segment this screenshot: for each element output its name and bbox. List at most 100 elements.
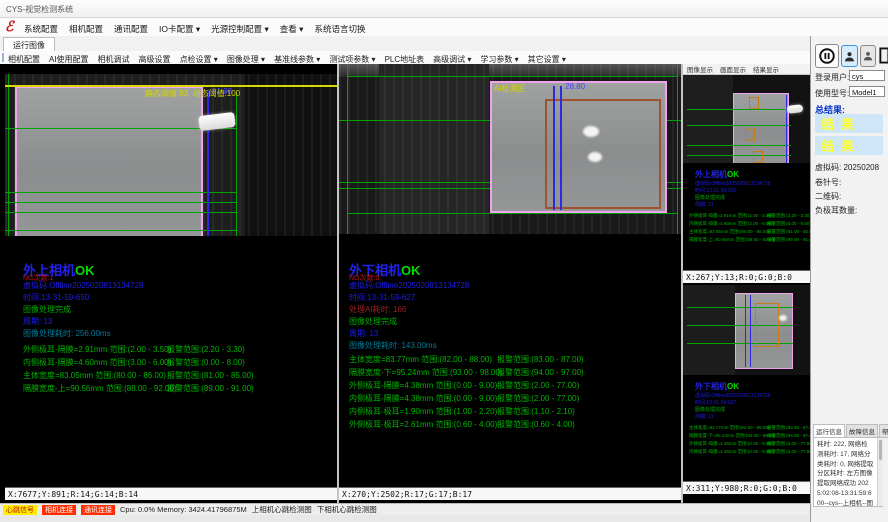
- mini-lower-statusbar: X:311;Y:980;R:0;G:0;B:0: [683, 481, 810, 494]
- mini-alarm-range: 报警范围:(89.00 - 91.00): [767, 237, 810, 243]
- left-green-hline-2: [5, 192, 237, 193]
- middle-ai-roi-box: [545, 99, 661, 209]
- middle-view-statusbar: X:270;Y:2502;R:17;G:17;B:17: [339, 487, 681, 500]
- left-camera-view[interactable]: 81.88 静态阈值:93, 动态阈值:100 外上相机OK NG次数:1 虚拟…: [5, 64, 337, 500]
- mini-alarm-range: 报警范围:(2.00 - 77.00): [767, 441, 810, 447]
- measurement-row: 主体宽度=83.05mm 范围:(80.00 - 86.00): [23, 370, 166, 381]
- mini-alarm-range: 报警范围:(81.00 - 85.00): [767, 229, 810, 235]
- mini-header-item-2[interactable]: 画面显示: [720, 64, 746, 74]
- left-cell-region: [15, 86, 203, 236]
- middle-cycle: 周期: 13: [349, 328, 378, 339]
- measurement-row: 外侧极耳-极耳=2.61mm 范围:(0.60 - 4.00): [349, 419, 497, 430]
- mini-lower-blob: [779, 315, 787, 321]
- mini-upper-status: 图像处理完成: [695, 194, 725, 201]
- mini-measurement-row: 隔膜宽度-上=90.56mm 范围:(88.00 - 92.00): [689, 237, 775, 243]
- mini-header-item-1[interactable]: 图像显示: [687, 64, 713, 74]
- admin-user-button[interactable]: [860, 45, 876, 67]
- alarm-range: 报警范围:(2.00 - 77.00): [497, 393, 579, 404]
- upper-camera-heartbeat: 上相机心跳检测图: [252, 504, 312, 515]
- lower-camera-heartbeat: 下相机心跳检测图: [317, 504, 377, 515]
- log-scrollbar[interactable]: [877, 438, 883, 506]
- log-text-area[interactable]: 耗时: 222, 网络检测耗时: 17, 网络分类耗时: 0, 网络提取分区耗时…: [813, 437, 883, 507]
- heartbeat-status-badge: 心跳信号: [3, 505, 37, 515]
- mini-lower-camera-view[interactable]: 外下相机OK 虚拟码:Offline2025020813134728 时间:13…: [683, 285, 810, 494]
- alarm-range: 报警范围:(83.00 - 87.00): [497, 354, 584, 365]
- mini-lower-roi: [755, 303, 779, 347]
- mini-upper-roi-3: [753, 151, 763, 163]
- pause-button[interactable]: [815, 44, 839, 68]
- middle-green-vline-2: [677, 64, 678, 234]
- left-view-statusbar: X:7677;Y:891;R:14;G:14;B:14: [5, 487, 337, 500]
- mini-lower-band: [683, 285, 735, 375]
- virtual-code-value: 20250208: [843, 163, 879, 172]
- mini-measurement-row: 内侧极耳-隔膜=4.60mm 范围:(3.00 - 6.00): [689, 221, 772, 227]
- menu-item-language-switch[interactable]: 系统语言切换: [314, 23, 365, 35]
- mini-upper-roi-1: [749, 97, 759, 109]
- menu-item-io-config[interactable]: IO卡配置 ▾: [159, 23, 200, 35]
- log-tab-help[interactable]: 帮助信息: [879, 424, 888, 438]
- model-field[interactable]: Model1: [849, 86, 885, 97]
- measurement-row: 内侧极耳-极耳=1.90mm 范围:(1.00 - 2.20): [349, 406, 497, 417]
- middle-camera-view[interactable]: 28.80 AI检测区 外下相机OK NG次数:0 虚拟码:Offline202…: [339, 64, 681, 500]
- alarm-range: 报警范围:(2.00 - 77.00): [497, 380, 579, 391]
- alarm-range: 报警范围:(0.60 - 4.00): [497, 419, 575, 430]
- login-user-field[interactable]: cys: [849, 70, 885, 81]
- mini-measurement-row: 外侧极耳-隔膜=4.38mm 范围:(0.00 - 9.00): [689, 441, 772, 447]
- title-bar[interactable]: CYS-视觉检测系统: [0, 0, 888, 18]
- menu-item-camera-config[interactable]: 相机配置: [69, 23, 103, 35]
- middle-virtual-code: 虚拟码:Offline2025020813134728: [349, 280, 469, 291]
- mini-upper-image: [683, 75, 810, 163]
- middle-blue-measure-line-1: [553, 86, 555, 210]
- app-logo-icon: ℰ: [5, 19, 13, 35]
- pin-number-label: 卷针号:: [815, 177, 841, 188]
- mini-upper-gline-2: [687, 125, 791, 126]
- mini-upper-band: [683, 75, 733, 163]
- logout-door-icon: [878, 47, 888, 64]
- middle-green-vline-1: [347, 64, 348, 234]
- left-camera-result: OK: [75, 263, 95, 278]
- mini-measurement-row: 主体宽度=83.05mm 范围:(80.00 - 86.00): [689, 229, 769, 235]
- menu-item-comm-config[interactable]: 通讯配置: [114, 23, 148, 35]
- middle-blue-measure-line-2: [560, 86, 562, 210]
- alarm-range: 报警范围:(1.10 - 2.10): [497, 406, 575, 417]
- result-badge-upper: 结果: [815, 114, 883, 133]
- user-icon: [844, 50, 855, 63]
- mini-lower-result: OK: [727, 382, 739, 391]
- exit-button[interactable]: [877, 44, 888, 66]
- left-virtual-code: 虚拟码:Offline2025020813134728: [23, 280, 143, 291]
- mini-header-item-3[interactable]: 结果显示: [753, 64, 779, 74]
- menu-item-light-config[interactable]: 光源控制配置 ▾: [211, 23, 269, 35]
- measurement-row: 外侧极耳-隔膜=2.91mm 范围:(2.00 - 3.50): [23, 344, 171, 355]
- mini-upper-gline-4: [687, 155, 791, 156]
- menu-item-view[interactable]: 查看 ▾: [280, 23, 304, 35]
- mini-lower-image: [683, 285, 810, 375]
- left-blue-measure-line: [207, 90, 209, 236]
- mini-lower-title: 外下相机OK: [695, 381, 739, 392]
- mini-upper-title: 外上相机OK: [695, 169, 739, 180]
- measurement-row: 主体宽度=83.77mm 范围:(82.00 - 88.00): [349, 354, 492, 365]
- mini-lower-camera-name: 外下相机: [695, 382, 727, 391]
- left-green-hline-3: [5, 202, 237, 203]
- operator-user-button[interactable]: [841, 45, 858, 67]
- menu-item-system-config[interactable]: 系统配置: [24, 23, 58, 35]
- mini-measurement-row: 外侧极耳-隔膜=2.91mm 范围:(2.00 - 3.50): [689, 213, 772, 219]
- middle-process-status: 图像处理完成: [349, 316, 397, 327]
- mini-upper-gline-3: [687, 145, 791, 146]
- toolbar: 相机配置 AI使用配置 相机调试 高级设置 点检设置 ▾ 图像处理 ▾ 基准线参…: [0, 51, 810, 65]
- alarm-range: 报警范围:(0.00 - 8.00): [167, 357, 245, 368]
- left-green-hline-4: [5, 212, 237, 213]
- app-window: CYS-视觉检测系统 ℰ 系统配置 相机配置 通讯配置 IO卡配置 ▾ 光源控制…: [0, 0, 888, 522]
- log-tab-fault[interactable]: 故障信息: [846, 424, 878, 438]
- mini-upper-camera-view[interactable]: 外上相机OK 虚拟码:Offline2025020813134728 时间:13…: [683, 75, 810, 283]
- mini-alarm-range: 报警范围:(94.00 - 97.00): [767, 433, 810, 439]
- log-tab-run[interactable]: 运行信息: [813, 424, 845, 438]
- left-yellow-ref-line: [5, 85, 337, 87]
- left-time: 时间:13-31-59-650: [23, 292, 89, 303]
- menu-items: 系统配置 相机配置 通讯配置 IO卡配置 ▾ 光源控制配置 ▾ 查看 ▾ 系统语…: [24, 23, 365, 35]
- mini-lower-time: 时间:13-31-59-627: [695, 399, 736, 406]
- alarm-range: 报警范围:(2.20 - 3.30): [167, 344, 245, 355]
- right-control-panel: 登录用户: cys 使用型号: Model1 总结果: 结果 结果 虚拟码: 2…: [810, 36, 888, 522]
- log-scrollbar-thumb[interactable]: [879, 440, 882, 460]
- mini-upper-gline-1: [687, 109, 791, 110]
- measurement-row: 隔膜宽度-上=90.56mm 范围:(88.00 - 92.00): [23, 383, 177, 394]
